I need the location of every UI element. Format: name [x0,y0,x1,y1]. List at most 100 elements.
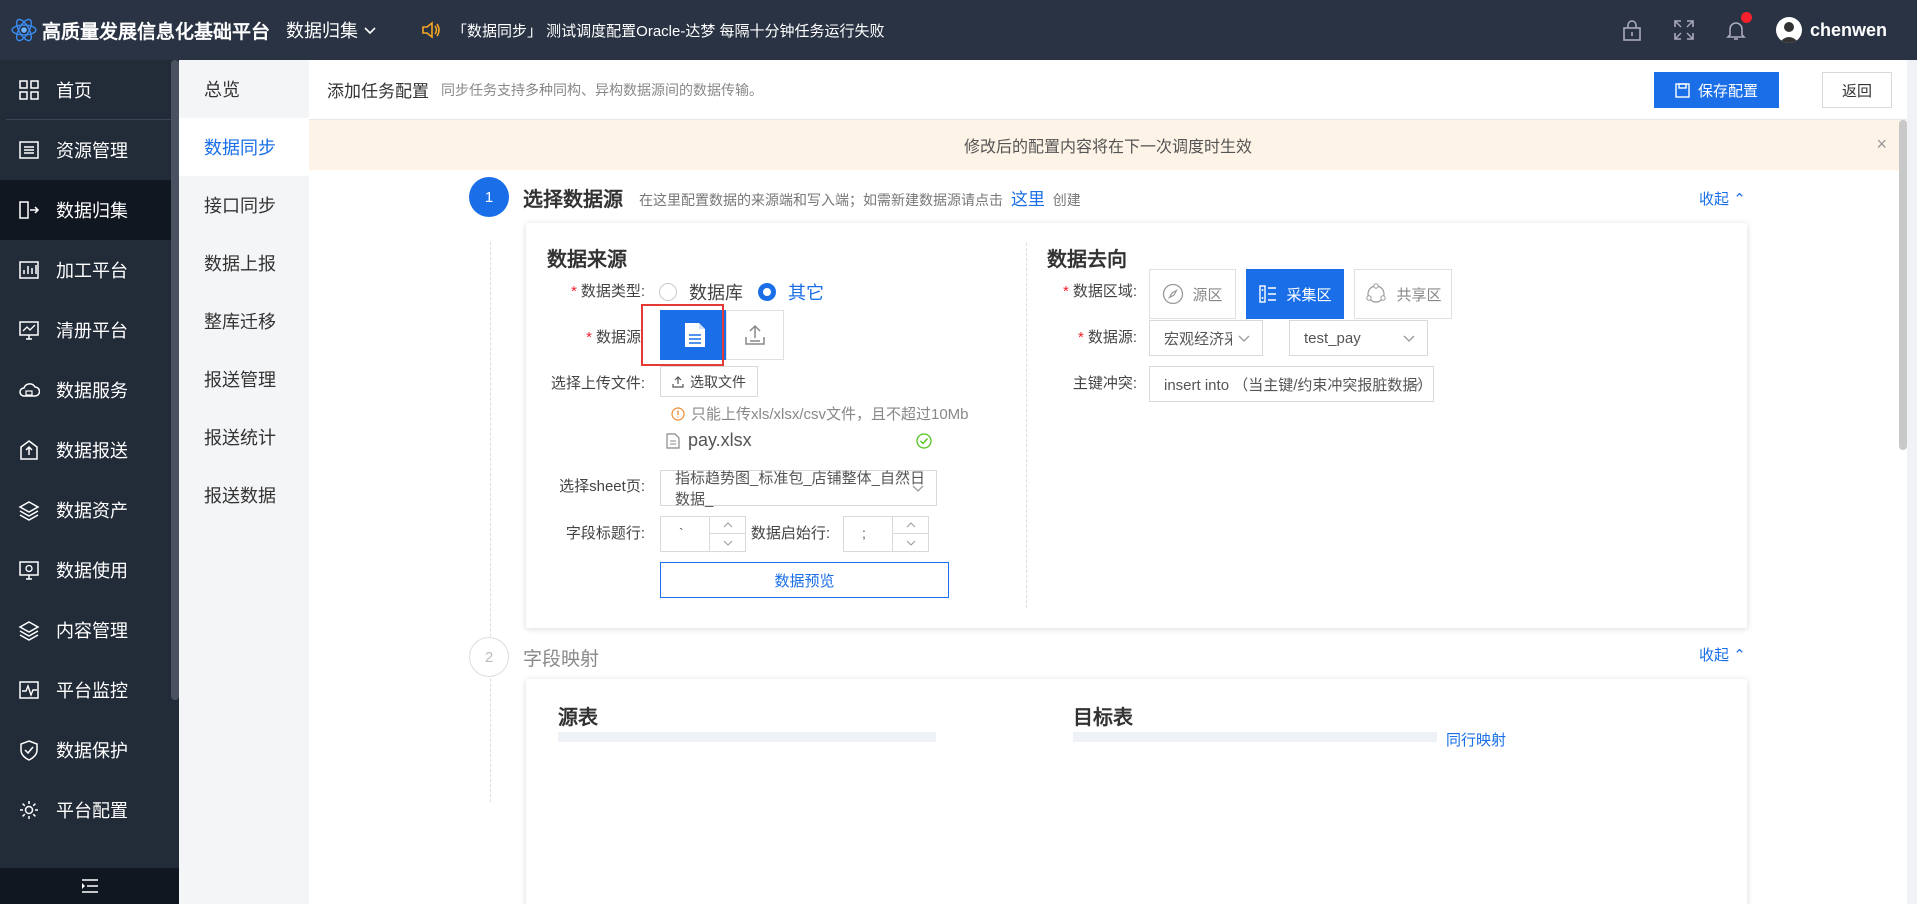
sheet-select[interactable]: 指标趋势图_标准包_店铺整体_自然日数据_ [660,470,937,508]
target-datasource-select[interactable]: 宏观经济采集 [1149,320,1263,356]
upload-file-label: 选择上传文件: [550,375,645,392]
notice-text: 「数据同步」 测试调度配置Oracle-达梦 每隔十分钟任务运行失败 [452,22,885,40]
step-1-desc-text: 在这里配置数据的来源端和写入端；如需新建数据源请点击 [639,191,1003,208]
menu-fold-icon [81,879,98,893]
sidebar-collapse-button[interactable] [0,868,179,904]
upload-hint: 只能上传xls/xlsx/csv文件，且不超过10Mb [671,403,969,424]
shield-icon [20,740,38,761]
share-icon [1366,283,1387,303]
target-table-select[interactable]: test_pay [1289,320,1428,356]
module-switcher[interactable]: 数据归集 [286,17,376,43]
zone-share-button[interactable]: 共享区 [1354,269,1452,319]
nav-item-label: 平台监控 [56,681,128,701]
nav-item[interactable]: 平台监控 [0,660,179,720]
nav-item[interactable]: 数据归集 [0,180,179,240]
avatar [1775,17,1802,43]
zone-collect-button[interactable]: 采集区 [1246,269,1344,319]
nav-item[interactable]: 数据保护 [0,720,179,780]
fullscreen-icon[interactable] [1672,18,1696,42]
choose-file-button[interactable]: 选取文件 [660,366,758,397]
layers-icon [18,501,40,521]
nav-item[interactable]: 数据使用 [0,540,179,600]
zone-label-text: 数据区域: [1072,283,1137,300]
row-mapping-link[interactable]: 同行映射 [1446,729,1506,750]
page-title: 添加任务配置 [327,82,429,101]
target-datasource-label: * 数据源: [1077,329,1137,346]
atom-logo-icon [11,18,37,42]
platform-name: 高质量发展信息化基础平台 [41,21,270,43]
file-icon [666,432,680,449]
nav-item-label: 数据归集 [56,201,128,221]
logo[interactable]: 高质量发展信息化基础平台 [0,11,270,49]
uploaded-file-item[interactable]: pay.xlsx [666,430,932,451]
close-icon[interactable]: × [1876,134,1887,155]
step-1-number: 1 [469,177,509,217]
conflict-select[interactable]: insert into （当主键/约束冲突报脏数据） [1149,366,1434,402]
data-preview-button[interactable]: 数据预览 [660,562,949,598]
info-alert: 修改后的配置内容将在下一次调度时生效 × [309,120,1907,170]
nav-item-label: 数据报送 [56,441,128,461]
start-row-label: 数据启始行: [750,525,830,542]
subnav-item[interactable]: 整库迁移 [179,292,309,350]
nav-item[interactable]: 首页 [6,60,173,120]
source-section-title: 数据来源 [547,249,627,271]
module-label: 数据归集 [286,21,358,41]
notification-button[interactable] [1724,12,1752,42]
chevron-up-icon [906,522,915,528]
nav-item-label: 加工平台 [56,261,128,281]
decrement-button[interactable] [893,534,928,551]
chevron-up-icon [723,522,732,528]
page-header: 添加任务配置 同步任务支持多种同构、异构数据源间的数据传输。 保存配置 返回 [309,60,1907,120]
back-button[interactable]: 返回 [1822,72,1892,108]
upload-source-button[interactable] [726,310,784,360]
header-row-stepper[interactable]: ` [660,516,746,552]
nav-item[interactable]: 平台配置 [0,780,179,840]
nav-item[interactable]: 数据服务 [0,360,179,420]
step-2-collapse-link[interactable]: 收起 ⌃ [1699,644,1746,665]
chevron-up-icon: ⌃ [1733,647,1746,664]
collect-icon [19,201,40,219]
step-1-collapse-link[interactable]: 收起 ⌃ [1699,188,1746,209]
nav-item[interactable]: 数据报送 [0,420,179,480]
nav-item[interactable]: 内容管理 [0,600,179,660]
field-mapping-card: 源表 目标表 同行映射 [526,679,1747,904]
nav-item[interactable]: 数据资产 [0,480,179,540]
subnav-item[interactable]: 数据上报 [179,234,309,292]
step-1-description: 在这里配置数据的来源端和写入端；如需新建数据源请点击 这里 创建 [639,185,1081,210]
target-table-title: 目标表 [1073,707,1133,729]
content-scrollbar[interactable] [1899,120,1907,450]
lock-icon[interactable] [1620,18,1644,42]
nav-item[interactable]: 资源管理 [0,120,179,180]
main-sidebar: 首页资源管理数据归集加工平台清册平台 数据服务数据报送数据资产 数据使用 内容管理平台… [0,60,179,904]
user-menu[interactable]: chenwen [1775,17,1887,43]
nav-item-label: 数据保护 [56,741,128,761]
chevron-down-icon [1238,335,1250,342]
nav-item-label: 首页 [56,80,92,101]
step-2-header: 2 字段映射 [469,637,599,677]
radio-database[interactable]: 数据库 [659,279,743,305]
subnav-item[interactable]: 报送数据 [179,466,309,524]
subnav-item[interactable]: 报送管理 [179,350,309,408]
notice-bar[interactable]: 「数据同步」 测试调度配置Oracle-达梦 每隔十分钟任务运行失败 [420,19,885,41]
create-datasource-link[interactable]: 这里 [1011,190,1045,209]
zone-source-button[interactable]: 源区 [1149,269,1236,319]
nav-item[interactable]: 加工平台 [0,240,179,300]
subnav-item[interactable]: 接口同步 [179,176,309,234]
save-config-button[interactable]: 保存配置 [1654,72,1779,108]
chevron-down-icon [906,540,915,546]
radio-other-label: 其它 [788,283,824,303]
increment-button[interactable] [893,517,928,534]
start-row-value: ; [862,525,866,541]
step-2-title: 字段映射 [523,648,600,670]
subnav-item[interactable]: 数据同步 [179,118,309,176]
nav-item[interactable]: 清册平台 [0,300,179,360]
monitor-icon [19,321,39,340]
radio-dot [659,283,677,301]
step-connector [490,242,491,802]
sidebar-scrollbar[interactable] [171,60,179,700]
subnav-item[interactable]: 报送统计 [179,408,309,466]
subnav-item[interactable]: 总览 [179,60,309,118]
target-datasource-value: 宏观经济采集 [1164,330,1232,348]
radio-other[interactable]: 其它 [758,279,824,305]
start-row-stepper[interactable]: ; [843,516,929,552]
